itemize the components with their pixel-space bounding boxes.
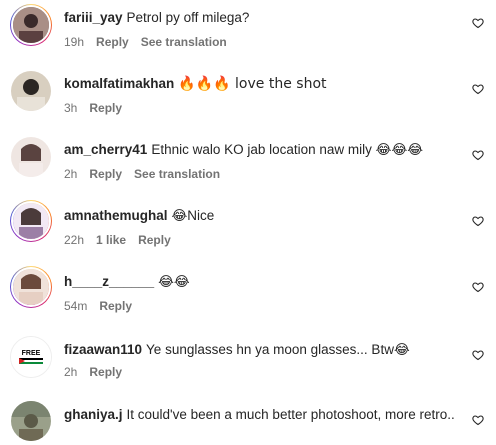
profile-photo-icon xyxy=(11,137,51,177)
comment-username[interactable]: am_cherry41 xyxy=(64,142,147,157)
heart-icon[interactable] xyxy=(472,215,484,227)
avatar[interactable] xyxy=(10,200,52,242)
comment-time: 22h xyxy=(64,233,85,247)
comment-line: fizaawan110 Ye sunglasses hn ya moon glas… xyxy=(64,341,464,359)
comment-line: amnathemughal 😂Nice xyxy=(64,207,464,225)
comment-item: h____z______ 😂😂 54m Reply xyxy=(0,266,496,332)
profile-photo-icon xyxy=(13,269,49,305)
reply-button[interactable]: Reply xyxy=(89,101,122,115)
comment-text: 🔥🔥🔥 love the shot xyxy=(178,76,327,92)
comment-line: komalfatimakhan 🔥🔥🔥 love the shot xyxy=(64,75,464,93)
comment-item: amnathemughal 😂Nice 22h 1 like Reply xyxy=(0,200,496,266)
comment-text: 😂😂 xyxy=(158,274,190,289)
comment-text: It could've been a much better photoshoo… xyxy=(126,407,455,422)
profile-photo-icon xyxy=(11,71,51,111)
comment-line: fariii_yay Petrol py off milega? xyxy=(64,9,464,27)
comment-item: fariii_yay Petrol py off milega? 19h Repl… xyxy=(0,4,496,70)
comment-time: 2h xyxy=(64,167,78,181)
heart-icon[interactable] xyxy=(472,149,484,161)
profile-photo-icon xyxy=(11,401,51,441)
avatar[interactable] xyxy=(10,400,52,442)
reply-button[interactable]: Reply xyxy=(89,365,122,379)
heart-icon[interactable] xyxy=(472,414,484,426)
comment-username[interactable]: fariii_yay xyxy=(64,10,123,25)
see-translation-button[interactable]: See translation xyxy=(134,167,220,181)
avatar[interactable] xyxy=(10,4,52,46)
comment-line: h____z______ 😂😂 xyxy=(64,273,464,291)
heart-icon[interactable] xyxy=(472,17,484,29)
reply-button[interactable]: Reply xyxy=(138,233,171,247)
free-palestine-logo-icon: FREE xyxy=(11,337,51,377)
comment-text: Petrol py off milega? xyxy=(126,10,250,25)
comment-time: 19h xyxy=(64,35,85,49)
comment-text: Ye sunglasses hn ya moon glasses... Btw😂 xyxy=(146,342,410,357)
profile-photo-icon xyxy=(13,7,49,43)
comment-meta: 2h Reply xyxy=(64,365,122,379)
comment-text: Ethnic walo KO jab location naw mily 😂😂😂 xyxy=(151,142,424,157)
comment-username[interactable]: amnathemughal xyxy=(64,208,168,223)
comment-meta: 54m Reply xyxy=(64,299,132,313)
avatar[interactable] xyxy=(10,136,52,178)
comment-username[interactable]: ghaniya.j xyxy=(64,407,123,422)
comment-meta: 3h Reply xyxy=(64,101,122,115)
heart-icon[interactable] xyxy=(472,349,484,361)
reply-button[interactable]: Reply xyxy=(96,35,129,49)
comment-username[interactable]: fizaawan110 xyxy=(64,342,142,357)
svg-text:FREE: FREE xyxy=(22,350,41,357)
comment-meta: 2h Reply See translation xyxy=(64,167,220,181)
comment-line: am_cherry41 Ethnic walo KO jab location n… xyxy=(64,141,464,159)
avatar[interactable] xyxy=(10,70,52,112)
profile-photo-icon xyxy=(13,203,49,239)
comment-time: 3h xyxy=(64,101,78,115)
comment-text: 😂Nice xyxy=(171,208,215,223)
comment-time: 54m xyxy=(64,299,88,313)
heart-icon[interactable] xyxy=(472,83,484,95)
comment-item: FREE fizaawan110 Ye sunglasses hn ya moon… xyxy=(0,336,496,402)
avatar[interactable]: FREE xyxy=(10,336,52,378)
avatar[interactable] xyxy=(10,266,52,308)
likes-count[interactable]: 1 like xyxy=(96,233,126,247)
comment-time: 2h xyxy=(64,365,78,379)
comment-username[interactable]: h____z______ xyxy=(64,274,154,289)
comment-meta: 19h Reply See translation xyxy=(64,35,227,49)
comment-meta: 22h 1 like Reply xyxy=(64,233,171,247)
see-translation-button[interactable]: See translation xyxy=(141,35,227,49)
reply-button[interactable]: Reply xyxy=(89,167,122,181)
comment-item: komalfatimakhan 🔥🔥🔥 love the shot 3h Repl… xyxy=(0,70,496,136)
heart-icon[interactable] xyxy=(472,281,484,293)
comment-username[interactable]: komalfatimakhan xyxy=(64,76,174,91)
comment-item: am_cherry41 Ethnic walo KO jab location n… xyxy=(0,136,496,202)
comment-item: ghaniya.j It could've been a much better … xyxy=(0,398,496,445)
reply-button[interactable]: Reply xyxy=(99,299,132,313)
comment-line: ghaniya.j It could've been a much better … xyxy=(64,406,464,424)
